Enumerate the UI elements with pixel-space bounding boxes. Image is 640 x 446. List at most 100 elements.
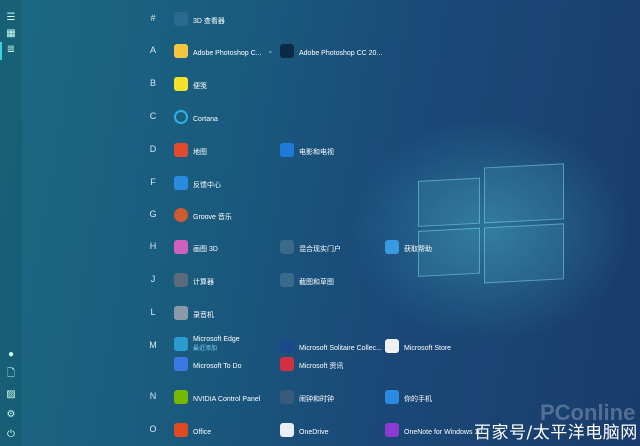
app-item[interactable]: 获取帮助 [385, 239, 432, 255]
section-letter-header[interactable]: G [148, 209, 158, 219]
pictures-icon[interactable]: ▨ [4, 387, 18, 401]
chevron-down-icon[interactable]: ⌄ [268, 47, 274, 55]
app-icon [280, 423, 294, 437]
app-item[interactable]: Groove 音乐 [174, 207, 232, 223]
app-icon [174, 12, 188, 26]
app-icon [385, 240, 399, 254]
app-label: Microsoft Store [404, 345, 452, 352]
app-item[interactable]: Adobe Photoshop CC 20... [280, 43, 382, 59]
section-letter-header[interactable]: B [148, 78, 158, 88]
all-apps-list-icon[interactable]: ≣ [4, 42, 18, 56]
section-letter-header[interactable]: J [148, 274, 158, 284]
app-label: 电影和电视 [299, 149, 334, 156]
app-icon [280, 44, 294, 58]
recently-added-label: 最近添加 [193, 346, 218, 352]
app-icon [174, 143, 188, 157]
app-label: Microsoft To Do [193, 363, 242, 370]
app-label: 闹钟和时钟 [299, 396, 334, 403]
section-letter-header[interactable]: D [148, 144, 158, 154]
section-letter-header[interactable]: L [148, 307, 158, 317]
app-item[interactable]: Microsoft To Do [174, 356, 242, 372]
app-item[interactable]: 混合现实门户 [280, 239, 341, 255]
app-label: 地图 [193, 149, 207, 156]
app-label: 获取帮助 [404, 246, 432, 253]
selected-indicator [0, 42, 2, 60]
app-icon [174, 240, 188, 254]
user-avatar[interactable]: ● [4, 347, 18, 361]
app-item[interactable]: 反馈中心 [174, 175, 221, 191]
start-sidebar: ☰ ▦ ≣ ● 🗋 ▨ ⚙ ⏻ [0, 0, 22, 446]
app-icon [385, 339, 399, 353]
app-item[interactable]: 3D 查看器 [174, 11, 225, 27]
app-icon [174, 208, 188, 222]
app-item[interactable]: 便笺 [174, 76, 207, 92]
app-label: 画图 3D [193, 246, 218, 253]
documents-icon[interactable]: 🗋 [4, 367, 18, 381]
app-label: Cortana [193, 116, 218, 123]
app-label: Groove 音乐 [193, 214, 232, 221]
app-item[interactable]: 地图 [174, 142, 207, 158]
app-item[interactable]: Microsoft Edge 最近添加 [174, 336, 240, 352]
app-icon [385, 423, 399, 437]
windows-logo-wallpaper [418, 161, 568, 284]
app-item[interactable]: 计算器 [174, 272, 214, 288]
app-label: 混合现实门户 [299, 246, 341, 253]
app-item[interactable]: 你的手机 [385, 389, 432, 405]
section-letter-header[interactable]: M [148, 340, 158, 350]
app-icon [280, 143, 294, 157]
app-label: 截图和草图 [299, 279, 334, 286]
section-letter-header[interactable]: F [148, 177, 158, 187]
app-label: 录音机 [193, 312, 214, 319]
app-icon [280, 390, 294, 404]
app-icon [174, 273, 188, 287]
app-icon [174, 306, 188, 320]
tiles-icon[interactable]: ▦ [4, 26, 18, 40]
section-letter-header[interactable]: O [148, 424, 158, 434]
app-icon [280, 357, 294, 371]
app-icon [280, 273, 294, 287]
app-label: 便笺 [193, 83, 207, 90]
section-letter-header[interactable]: H [148, 241, 158, 251]
app-item[interactable]: Microsoft Solitaire Collec... [280, 338, 382, 354]
app-item[interactable]: 画图 3D [174, 239, 218, 255]
app-item[interactable]: OneDrive [280, 422, 329, 438]
app-item[interactable]: Microsoft 资讯 [280, 356, 343, 372]
app-item[interactable]: NVIDIA Control Panel [174, 389, 260, 405]
app-icon [174, 357, 188, 371]
app-item[interactable]: 电影和电视 [280, 142, 334, 158]
app-item[interactable]: OneNote for Windows 10 [385, 422, 482, 438]
app-item[interactable]: 截图和草图 [280, 272, 334, 288]
app-label: Office [193, 429, 212, 436]
app-label: Microsoft 资讯 [299, 363, 344, 370]
app-label: NVIDIA Control Panel [193, 396, 261, 403]
app-item[interactable]: Microsoft Store [385, 338, 451, 354]
app-label: Adobe Photoshop CC 20... [299, 50, 383, 57]
app-icon [174, 77, 188, 91]
app-item[interactable]: Adobe Photoshop C... ⌄ [174, 43, 273, 59]
section-letter-header[interactable]: A [148, 45, 158, 55]
power-icon[interactable]: ⏻ [4, 427, 18, 441]
app-icon [280, 240, 294, 254]
app-label: Microsoft Edge [193, 336, 240, 343]
section-letter-header[interactable]: N [148, 391, 158, 401]
app-icon [385, 390, 399, 404]
app-icon [174, 44, 188, 58]
app-icon [174, 176, 188, 190]
app-label: 反馈中心 [193, 182, 221, 189]
app-icon [174, 423, 188, 437]
section-letter-header[interactable]: # [148, 13, 158, 23]
app-item[interactable]: 录音机 [174, 305, 214, 321]
app-label: Adobe Photoshop C... [193, 50, 262, 57]
hamburger-menu-icon[interactable]: ☰ [4, 10, 18, 24]
section-letter-header[interactable]: C [148, 111, 158, 121]
app-label: 计算器 [193, 279, 214, 286]
app-icon [174, 110, 188, 124]
app-item[interactable]: 闹钟和时钟 [280, 389, 334, 405]
app-label: Microsoft Solitaire Collec... [299, 345, 382, 352]
settings-gear-icon[interactable]: ⚙ [4, 407, 18, 421]
app-icon [280, 339, 294, 353]
app-item[interactable]: Cortana [174, 109, 218, 125]
app-icon [174, 337, 188, 351]
app-item[interactable]: Office [174, 422, 211, 438]
app-label: 你的手机 [404, 396, 432, 403]
